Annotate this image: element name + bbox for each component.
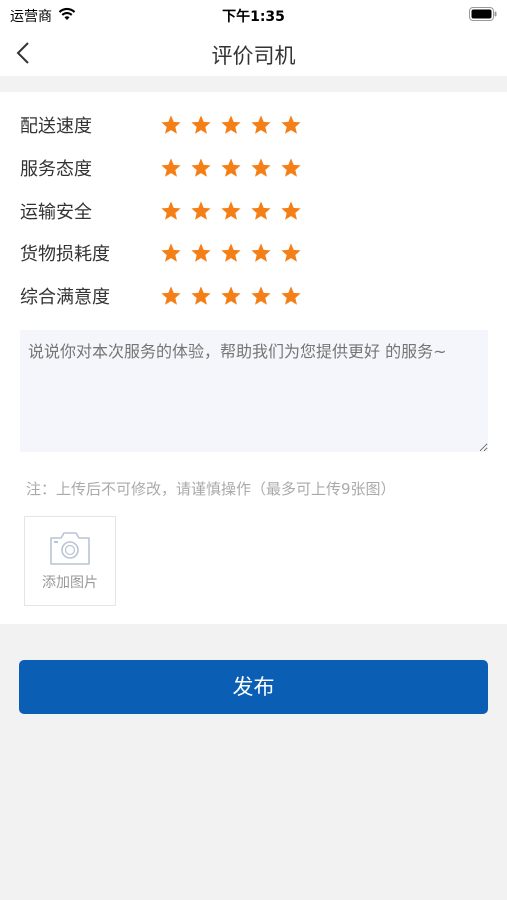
- add-image-label: 添加图片: [42, 575, 98, 591]
- star-icon[interactable]: [216, 110, 246, 140]
- star-icon[interactable]: [186, 281, 216, 311]
- rating-row-overall-satisfaction: 综合满意度: [20, 281, 420, 311]
- star-icon[interactable]: [216, 196, 246, 226]
- star-icon[interactable]: [186, 153, 216, 183]
- section-divider: [0, 76, 507, 92]
- star-icon[interactable]: [246, 153, 276, 183]
- star-icon[interactable]: [246, 281, 276, 311]
- battery-icon: [469, 7, 497, 25]
- star-icon[interactable]: [276, 238, 306, 268]
- star-icon[interactable]: [276, 153, 306, 183]
- status-time: 下午1:35: [222, 9, 285, 25]
- star-icon[interactable]: [156, 153, 186, 183]
- star-icon[interactable]: [276, 110, 306, 140]
- rating-row-transport-safety: 运输安全: [20, 196, 420, 226]
- star-icon[interactable]: [276, 196, 306, 226]
- comment-input[interactable]: [20, 330, 488, 452]
- star-rating: [156, 281, 306, 311]
- star-icon[interactable]: [156, 238, 186, 268]
- star-icon[interactable]: [216, 238, 246, 268]
- rating-label: 综合满意度: [20, 287, 110, 308]
- rating-label: 服务态度: [20, 159, 92, 180]
- star-icon[interactable]: [246, 196, 276, 226]
- star-icon[interactable]: [276, 281, 306, 311]
- star-rating: [156, 110, 306, 140]
- rating-label: 货物损耗度: [20, 244, 110, 265]
- star-icon[interactable]: [186, 110, 216, 140]
- star-icon[interactable]: [156, 110, 186, 140]
- star-rating: [156, 238, 306, 268]
- add-image-button[interactable]: 添加图片: [24, 516, 116, 606]
- status-bar: 运营商 下午1:35: [0, 0, 507, 30]
- camera-icon: [50, 532, 90, 565]
- star-icon[interactable]: [156, 196, 186, 226]
- upload-note: 注：上传后不可修改，请谨慎操作（最多可上传9张图）: [26, 480, 396, 498]
- rating-row-service-attitude: 服务态度: [20, 153, 420, 183]
- rating-label: 运输安全: [20, 202, 92, 223]
- star-rating: [156, 153, 306, 183]
- star-icon[interactable]: [216, 153, 246, 183]
- rating-row-delivery-speed: 配送速度: [20, 110, 420, 140]
- star-icon[interactable]: [156, 281, 186, 311]
- rating-card: 配送速度 服务态度 运输安全 货物损耗度 综合满意度 注：上传后不可修改，请谨慎…: [0, 92, 507, 624]
- star-icon[interactable]: [246, 238, 276, 268]
- star-icon[interactable]: [186, 196, 216, 226]
- rating-label: 配送速度: [20, 116, 92, 137]
- star-icon[interactable]: [186, 238, 216, 268]
- star-icon[interactable]: [216, 281, 246, 311]
- rating-row-cargo-loss: 货物损耗度: [20, 238, 420, 268]
- publish-button[interactable]: 发布: [19, 660, 488, 714]
- nav-bar: 评价司机: [0, 30, 507, 76]
- star-icon[interactable]: [246, 110, 276, 140]
- star-rating: [156, 196, 306, 226]
- page-title: 评价司机: [211, 44, 296, 68]
